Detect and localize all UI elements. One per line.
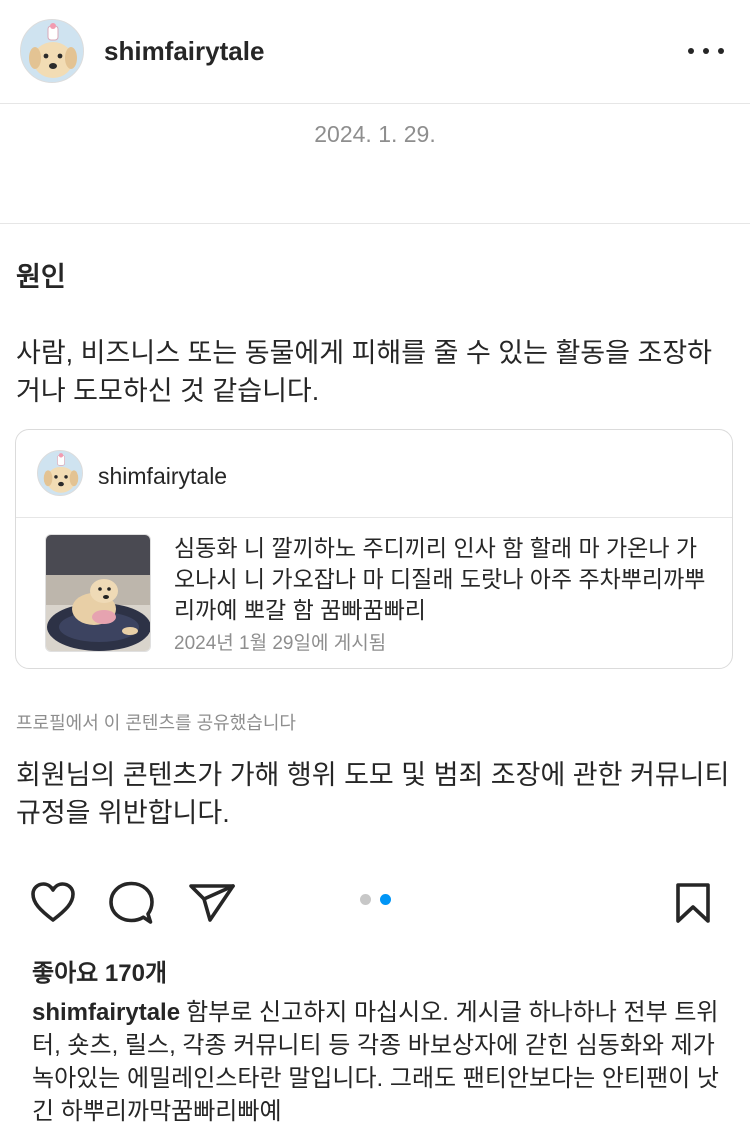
more-options-dot <box>703 48 709 54</box>
violation-text: 회원님의 콘텐츠가 가해 행위 도모 및 범죄 조장에 관한 커뮤니티 규정을 … <box>16 760 730 828</box>
comment-icon[interactable] <box>108 881 154 925</box>
post-caption: shimfairytale 함부로 신고하지 마십시오. 게시글 하나하나 전부 … <box>32 996 732 1128</box>
dog-photo-thumbnail <box>46 535 150 651</box>
dog-avatar-icon <box>38 451 82 495</box>
post-header: shimfairytale <box>0 0 750 104</box>
action-bar <box>0 870 750 940</box>
quoted-post-date: 2024년 1월 29일에 게시됨 <box>174 633 387 654</box>
quoted-post-text: 심동화 니 깔끼하노 주디끼리 인사 함 할래 마 가온나 가오나시 니 가오잡… <box>174 535 706 623</box>
bookmark-icon[interactable] <box>674 882 712 924</box>
more-options-icon <box>688 48 694 54</box>
more-options-button[interactable] <box>686 38 726 64</box>
header-username[interactable]: shimfairytale <box>104 36 264 67</box>
quoted-post-avatar <box>37 450 83 496</box>
caption-username[interactable]: shimfairytale <box>32 999 180 1026</box>
quoted-post-username: shimfairytale <box>98 463 228 489</box>
reason-text: 사람, 비즈니스 또는 동물에게 피해를 줄 수 있는 활동을 조장하거나 도모… <box>16 338 713 406</box>
quoted-post-header: shimfairytale <box>16 430 732 518</box>
reason-title: 원인 <box>16 262 66 292</box>
heart-icon[interactable] <box>30 881 76 923</box>
shared-note: 프로필에서 이 콘텐츠를 공유했습니다 <box>16 713 296 733</box>
quoted-post-card[interactable]: shimfairytale 심동화 니 깔끼하노 주디끼리 인사 함 할래 마 … <box>15 429 733 669</box>
like-count[interactable]: 좋아요 170개 <box>32 953 167 988</box>
post-thumbnail <box>45 534 151 652</box>
more-options-dot <box>718 48 724 54</box>
profile-avatar[interactable] <box>20 19 84 83</box>
dog-avatar-icon <box>21 20 83 82</box>
share-icon[interactable] <box>188 883 236 923</box>
notice-date: 2024. 1. 29. <box>314 121 436 147</box>
date-section: 2024. 1. 29. <box>0 104 750 224</box>
carousel-dot <box>360 894 371 905</box>
carousel-dot-active <box>380 894 391 905</box>
